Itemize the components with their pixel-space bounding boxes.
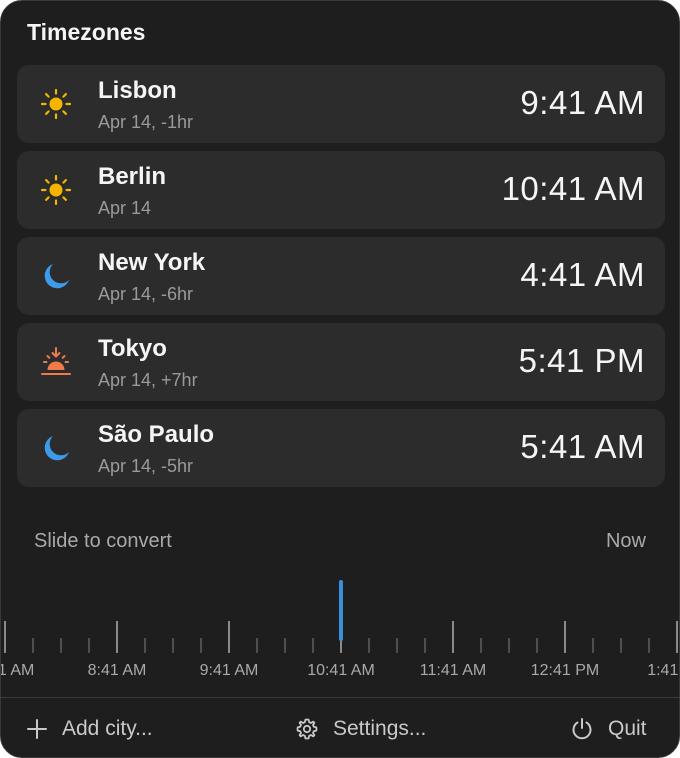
city-card-sao-paulo[interactable]: São Paulo Apr 14, -5hr 5:41 AM [17, 409, 665, 487]
city-time: 5:41 AM [520, 428, 645, 465]
city-date-offset: Apr 14, -5hr [98, 456, 194, 476]
timezones-panel: Timezones Lisbon Apr 14, -1hr 9:41 AM Be… [0, 0, 680, 758]
tick-label: 11:41 AM [420, 662, 486, 679]
tick-label: 12:41 PM [531, 662, 599, 679]
power-icon [572, 718, 592, 740]
city-time: 5:41 PM [518, 342, 645, 379]
city-time: 9:41 AM [520, 84, 645, 121]
gear-icon [296, 718, 318, 740]
city-time: 4:41 AM [520, 256, 645, 293]
tick-label: 9:41 AM [200, 662, 259, 679]
city-date-offset: Apr 14, -6hr [98, 284, 194, 304]
add-city-button[interactable]: Add city... [26, 713, 153, 745]
city-card-new-york[interactable]: New York Apr 14, -6hr 4:41 AM [17, 237, 665, 315]
quit-label: Quit [608, 717, 647, 740]
city-list: Lisbon Apr 14, -1hr 9:41 AM Berlin Apr 1… [17, 65, 665, 495]
moon-icon [44, 436, 69, 461]
city-name: Tokyo [98, 335, 167, 362]
now-button[interactable]: Now [606, 530, 646, 553]
city-card-berlin[interactable]: Berlin Apr 14 10:41 AM [17, 151, 665, 229]
slider-tick-labels: 7:41 AM 8:41 AM 9:41 AM 10:41 AM 11:41 AM 12:… [1, 662, 680, 679]
sun-icon [40, 174, 72, 206]
city-date-offset: Apr 14, -1hr [98, 112, 194, 132]
slide-to-convert-label: Slide to convert [34, 530, 172, 552]
add-city-label: Add city... [62, 717, 153, 740]
city-name: Berlin [98, 163, 167, 190]
city-time: 10:41 AM [501, 170, 645, 207]
tick-label: 1:41 PM [647, 662, 680, 679]
city-card-lisbon[interactable]: Lisbon Apr 14, -1hr 9:41 AM [17, 65, 665, 143]
plus-icon [27, 719, 47, 739]
city-date-offset: Apr 14 [98, 198, 152, 218]
footer-divider [1, 697, 679, 698]
city-date-offset: Apr 14, +7hr [98, 370, 198, 390]
tick-label: 8:41 AM [88, 662, 147, 679]
settings-button[interactable]: Settings... [295, 713, 426, 745]
tick-label: 7:41 AM [1, 662, 34, 679]
city-name: São Paulo [98, 421, 215, 448]
sun-icon [40, 88, 72, 120]
sunset-icon [41, 347, 71, 375]
time-slider[interactable]: 7:41 AM 8:41 AM 9:41 AM 10:41 AM 11:41 AM 12:… [1, 576, 680, 686]
tick-label: 10:41 AM [307, 662, 375, 679]
settings-label: Settings... [333, 717, 427, 740]
panel-title: Timezones [27, 19, 146, 45]
quit-button[interactable]: Quit [570, 713, 647, 745]
city-name: New York [98, 249, 206, 276]
moon-icon [44, 264, 69, 289]
city-name: Lisbon [98, 77, 177, 104]
city-card-tokyo[interactable]: Tokyo Apr 14, +7hr 5:41 PM [17, 323, 665, 401]
